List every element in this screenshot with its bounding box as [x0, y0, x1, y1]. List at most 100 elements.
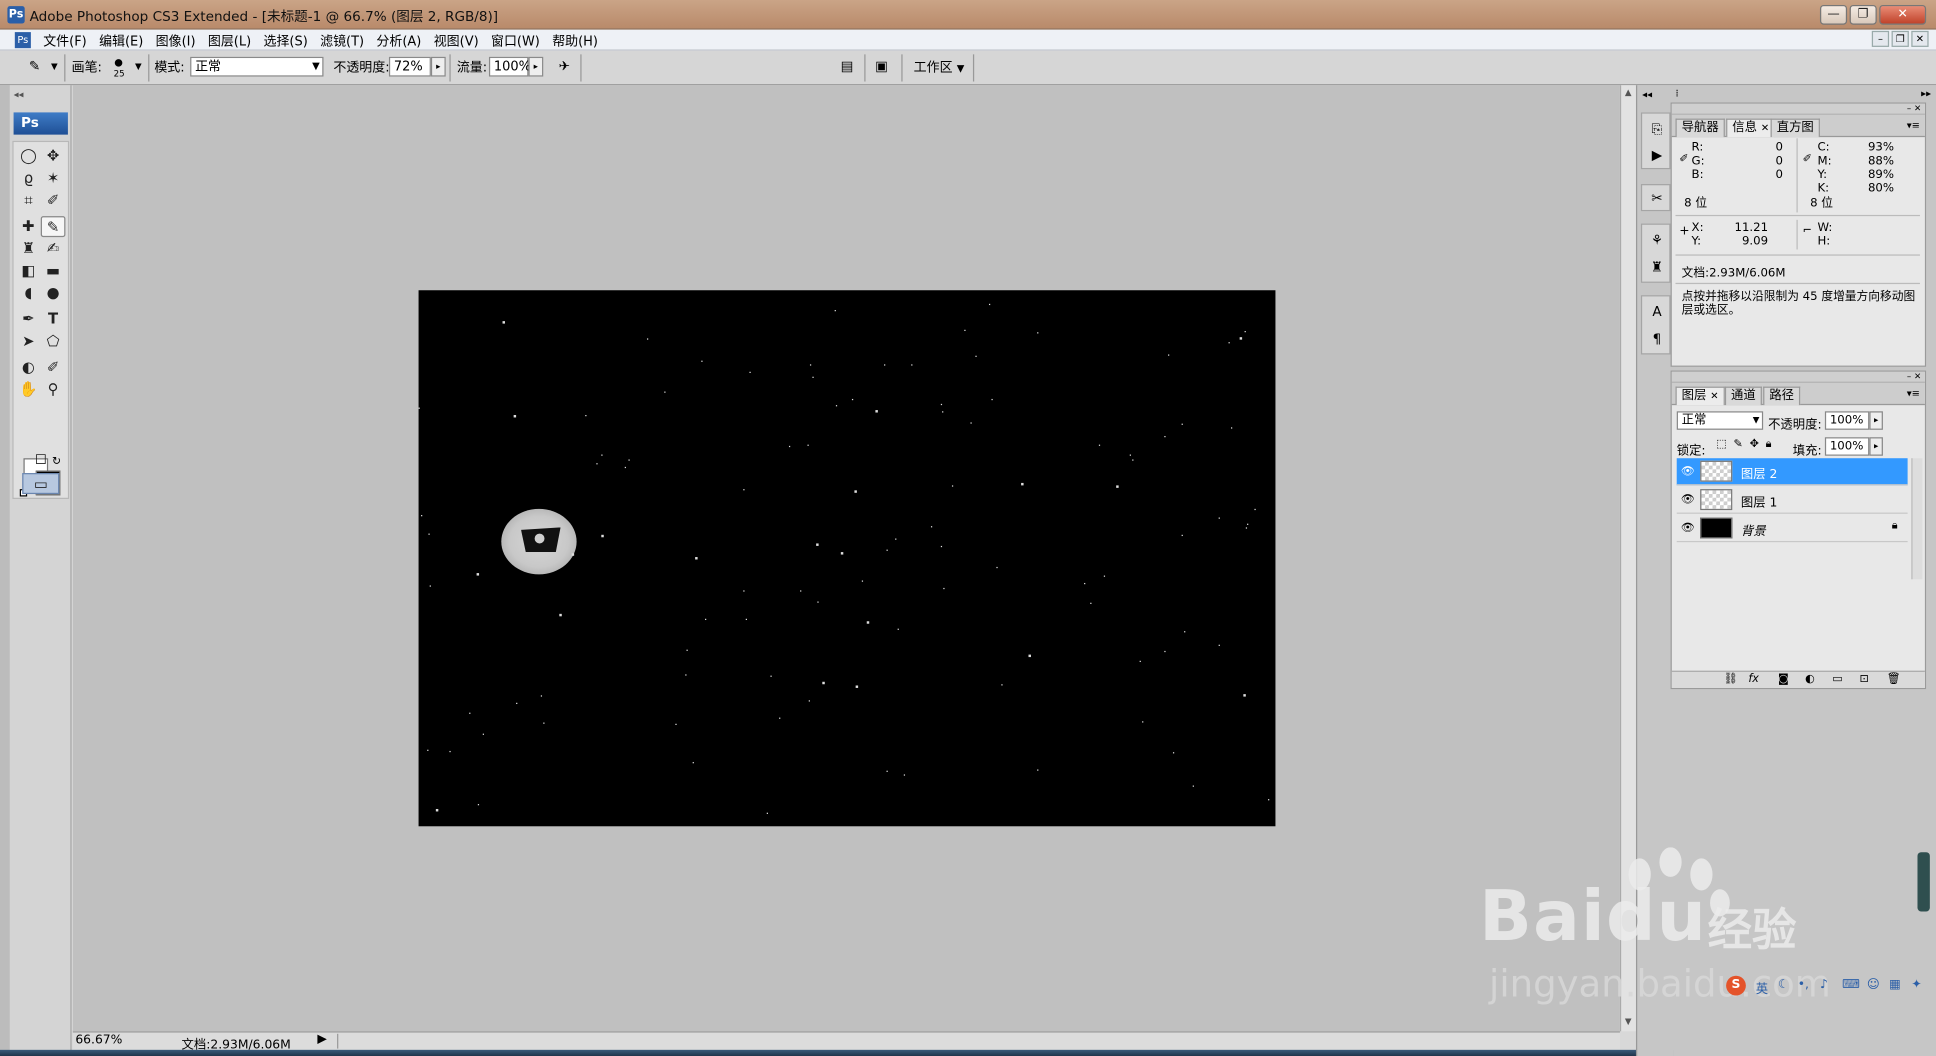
move-icon[interactable]: ✥: [41, 146, 66, 167]
doc-restore-icon[interactable]: ❐: [1891, 30, 1909, 47]
healing-brush-icon[interactable]: ✚: [16, 216, 41, 237]
eye-icon[interactable]: 👁︎: [1679, 520, 1696, 537]
blur-icon[interactable]: ◖: [16, 283, 41, 304]
tab-histogram[interactable]: 直方图: [1770, 118, 1820, 138]
dodge-icon[interactable]: ●: [41, 283, 66, 304]
tool-preset-brush-icon[interactable]: ✎: [25, 57, 45, 77]
brush-icon[interactable]: ✎: [40, 216, 66, 238]
marquee-icon[interactable]: ◯: [16, 146, 41, 167]
menu-layer[interactable]: 图层(L): [202, 32, 258, 51]
eyedropper-icon[interactable]: ✐: [41, 357, 66, 378]
close-icon[interactable]: ✕: [1879, 4, 1927, 25]
restore-icon[interactable]: ❐: [1849, 4, 1877, 25]
history-icon[interactable]: ⎘: [1647, 120, 1667, 140]
fill-slider-button[interactable]: ▸: [1869, 437, 1883, 456]
character-icon[interactable]: A: [1647, 303, 1667, 323]
magic-wand-icon[interactable]: ✶: [41, 168, 66, 189]
gradient-icon[interactable]: ▬: [41, 261, 66, 282]
eraser-icon[interactable]: ◧: [16, 261, 41, 282]
lock-image-icon[interactable]: ✎: [1734, 438, 1743, 450]
delete-layer-icon[interactable]: 🗑︎: [1887, 673, 1901, 685]
flow-slider-button[interactable]: ▸: [528, 56, 544, 77]
clone-source-icon[interactable]: ♜: [1647, 258, 1667, 278]
palette-well-icon[interactable]: ▤: [837, 57, 857, 77]
lock-position-icon[interactable]: ✥: [1750, 438, 1759, 450]
link-layers-icon[interactable]: ⛓: [1724, 673, 1738, 685]
menu-filter[interactable]: 滤镜(T): [314, 32, 370, 51]
eyedropper-icon[interactable]: ✐: [1679, 153, 1688, 165]
close-icon[interactable]: ✕: [1761, 122, 1769, 133]
actions-icon[interactable]: ▶: [1647, 146, 1667, 166]
slice-icon[interactable]: ✐: [41, 190, 66, 211]
tool-presets-icon[interactable]: ✂: [1647, 189, 1667, 209]
fill-input[interactable]: 100%: [1824, 437, 1870, 456]
menu-select[interactable]: 选择(S): [257, 32, 314, 51]
pen-icon[interactable]: ✒: [16, 309, 41, 330]
layers-scrollbar[interactable]: [1911, 458, 1923, 580]
flow-input[interactable]: 100%: [488, 56, 531, 77]
type-icon[interactable]: T: [41, 309, 66, 330]
close-icon[interactable]: ✕: [1710, 390, 1718, 401]
path-selection-icon[interactable]: ➤: [16, 331, 41, 352]
layer-row[interactable]: 👁︎ 图层 2: [1676, 458, 1908, 486]
menu-edit[interactable]: 编辑(E): [93, 32, 150, 51]
screen-mode-icon[interactable]: ▭: [22, 473, 60, 495]
vertical-scrollbar[interactable]: ▲ ▼: [1619, 85, 1636, 1032]
layer-opacity-slider-button[interactable]: ▸: [1869, 411, 1883, 430]
brush-picker-dropdown-icon[interactable]: ▼: [128, 57, 148, 77]
opacity-slider-button[interactable]: ▸: [430, 56, 446, 77]
expand-arrows-icon[interactable]: ▸▸: [1921, 88, 1931, 99]
collapse-arrows-icon[interactable]: ◂◂: [14, 89, 24, 100]
tab-navigator[interactable]: 导航器: [1675, 118, 1725, 138]
document-canvas[interactable]: [418, 290, 1276, 827]
apps-icon[interactable]: ▦: [1889, 978, 1901, 992]
new-layer-icon[interactable]: ⊡: [1859, 673, 1868, 685]
menu-view[interactable]: 视图(V): [428, 32, 485, 51]
status-menu-arrow-icon[interactable]: ▶: [317, 1033, 327, 1047]
punctuation-icon[interactable]: •,: [1798, 978, 1809, 992]
panel-grip-icon[interactable]: ⁞: [1675, 88, 1678, 99]
menu-window[interactable]: 窗口(W): [485, 32, 546, 51]
clone-stamp-icon[interactable]: ♜: [16, 238, 41, 259]
lock-all-icon[interactable]: 🔒︎: [1766, 438, 1772, 450]
eye-icon[interactable]: 👁︎: [1679, 492, 1696, 509]
layer-row[interactable]: 👁︎ 图层 1: [1676, 487, 1908, 514]
airbrush-icon[interactable]: ✈: [554, 57, 574, 77]
microphone-icon[interactable]: ♪: [1820, 978, 1828, 992]
layer-style-icon[interactable]: fx: [1748, 673, 1758, 685]
lasso-icon[interactable]: ϱ: [16, 168, 41, 189]
collapse-arrows-icon[interactable]: ◂◂: [1642, 89, 1652, 100]
opacity-input[interactable]: 72%: [388, 56, 431, 77]
history-brush-icon[interactable]: ✍: [41, 238, 66, 259]
lock-transparent-icon[interactable]: ⬚: [1716, 438, 1727, 450]
document-icon[interactable]: Ps: [14, 32, 31, 49]
keyboard-icon[interactable]: ⌨: [1842, 978, 1860, 992]
user-icon[interactable]: ☺: [1867, 978, 1880, 992]
panel-menu-icon[interactable]: ▾≡: [1907, 388, 1920, 399]
zoom-level[interactable]: 66.67%: [75, 1034, 122, 1048]
bridge-icon[interactable]: ▣: [872, 57, 892, 77]
scroll-down-icon[interactable]: ▼: [1625, 1016, 1632, 1026]
minimize-icon[interactable]: —: [1819, 4, 1848, 25]
tab-layers[interactable]: 图层 ✕: [1675, 386, 1725, 406]
quick-mask-icon[interactable]: ◻: [27, 448, 54, 469]
3d-rotate-icon[interactable]: ◐: [16, 357, 41, 378]
menu-help[interactable]: 帮助(H): [546, 32, 604, 51]
mode-select[interactable]: 正常 ▼: [190, 56, 324, 77]
tab-paths[interactable]: 路径: [1763, 386, 1801, 406]
layer-mask-icon[interactable]: ◙: [1778, 673, 1789, 685]
new-group-icon[interactable]: ▭: [1832, 673, 1843, 685]
horizontal-scrollbar[interactable]: [337, 1033, 1616, 1049]
sogou-icon[interactable]: S: [1726, 975, 1746, 996]
eyedropper-icon[interactable]: ✐: [1803, 153, 1812, 165]
crop-icon[interactable]: ⌗: [16, 190, 41, 211]
shape-icon[interactable]: ⬠: [41, 331, 66, 352]
wrench-icon[interactable]: ✦: [1911, 978, 1921, 992]
panel-menu-icon[interactable]: ▾≡: [1907, 120, 1920, 131]
menu-analysis[interactable]: 分析(A): [370, 32, 427, 51]
paragraph-icon[interactable]: ¶: [1647, 330, 1667, 350]
eye-icon[interactable]: 👁︎: [1679, 463, 1696, 480]
adjustment-layer-icon[interactable]: ◐: [1805, 673, 1815, 685]
tool-preset-dropdown-icon[interactable]: ▼: [44, 57, 64, 77]
doc-close-icon[interactable]: ✕: [1911, 30, 1929, 47]
